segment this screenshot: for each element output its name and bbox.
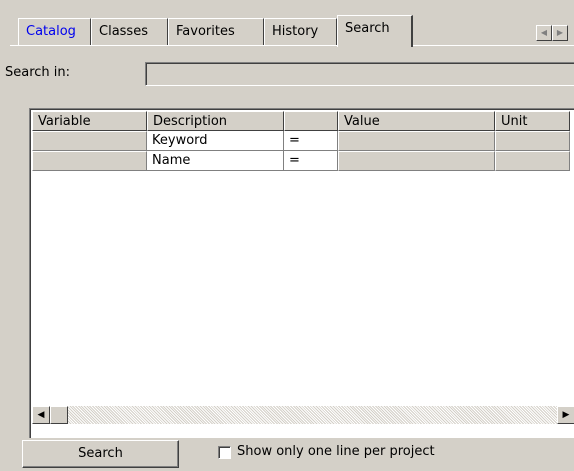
search-button[interactable]: Search [22, 440, 179, 468]
tab-classes[interactable]: Classes [91, 18, 168, 45]
scroll-right-icon[interactable]: ▶ [557, 406, 574, 424]
cell-variable[interactable] [32, 151, 147, 171]
tab-catalog-label: Catalog [26, 24, 76, 39]
tab-history-label: History [272, 24, 319, 39]
tab-favorites[interactable]: Favorites [168, 18, 264, 45]
tab-catalog[interactable]: Catalog [18, 18, 91, 45]
tab-classes-label: Classes [99, 24, 148, 39]
cell-unit[interactable] [495, 151, 570, 171]
cell-value[interactable] [338, 151, 495, 171]
tab-strip: Catalog Classes Favorites History Search… [0, 0, 574, 47]
tab-favorites-label: Favorites [176, 24, 235, 39]
tab-search[interactable]: Search [337, 15, 413, 47]
scroll-left-icon[interactable]: ◀ [32, 406, 50, 424]
criteria-grid[interactable]: Variable Description Value Unit Keyword … [29, 108, 574, 438]
search-in-field[interactable] [145, 62, 574, 86]
tab-divider [10, 45, 574, 46]
column-header-variable[interactable]: Variable [32, 111, 147, 131]
arrow-left-icon[interactable]: ◀ [536, 25, 552, 41]
cell-variable[interactable] [32, 131, 147, 151]
tab-search-label: Search [345, 21, 390, 36]
scrollbar-thumb[interactable] [50, 406, 68, 424]
search-in-label: Search in: [5, 65, 71, 80]
column-header-value[interactable]: Value [338, 111, 495, 131]
cell-description[interactable]: Keyword [147, 131, 284, 151]
scrollbar-track[interactable] [32, 406, 574, 424]
arrow-right-icon[interactable]: ▶ [552, 25, 568, 41]
cell-operator[interactable]: = [284, 151, 338, 171]
column-header-unit[interactable]: Unit [495, 111, 570, 131]
column-header-operator[interactable] [284, 111, 338, 131]
cell-value[interactable] [338, 131, 495, 151]
horizontal-scrollbar[interactable]: ◀ ▶ [32, 406, 574, 424]
tab-history[interactable]: History [264, 18, 337, 45]
column-header-description[interactable]: Description [147, 111, 284, 131]
cell-operator[interactable]: = [284, 131, 338, 151]
one-line-per-project-label: Show only one line per project [237, 444, 435, 459]
cell-unit[interactable] [495, 131, 570, 151]
one-line-per-project-checkbox[interactable] [218, 446, 231, 459]
cell-description[interactable]: Name [147, 151, 284, 171]
